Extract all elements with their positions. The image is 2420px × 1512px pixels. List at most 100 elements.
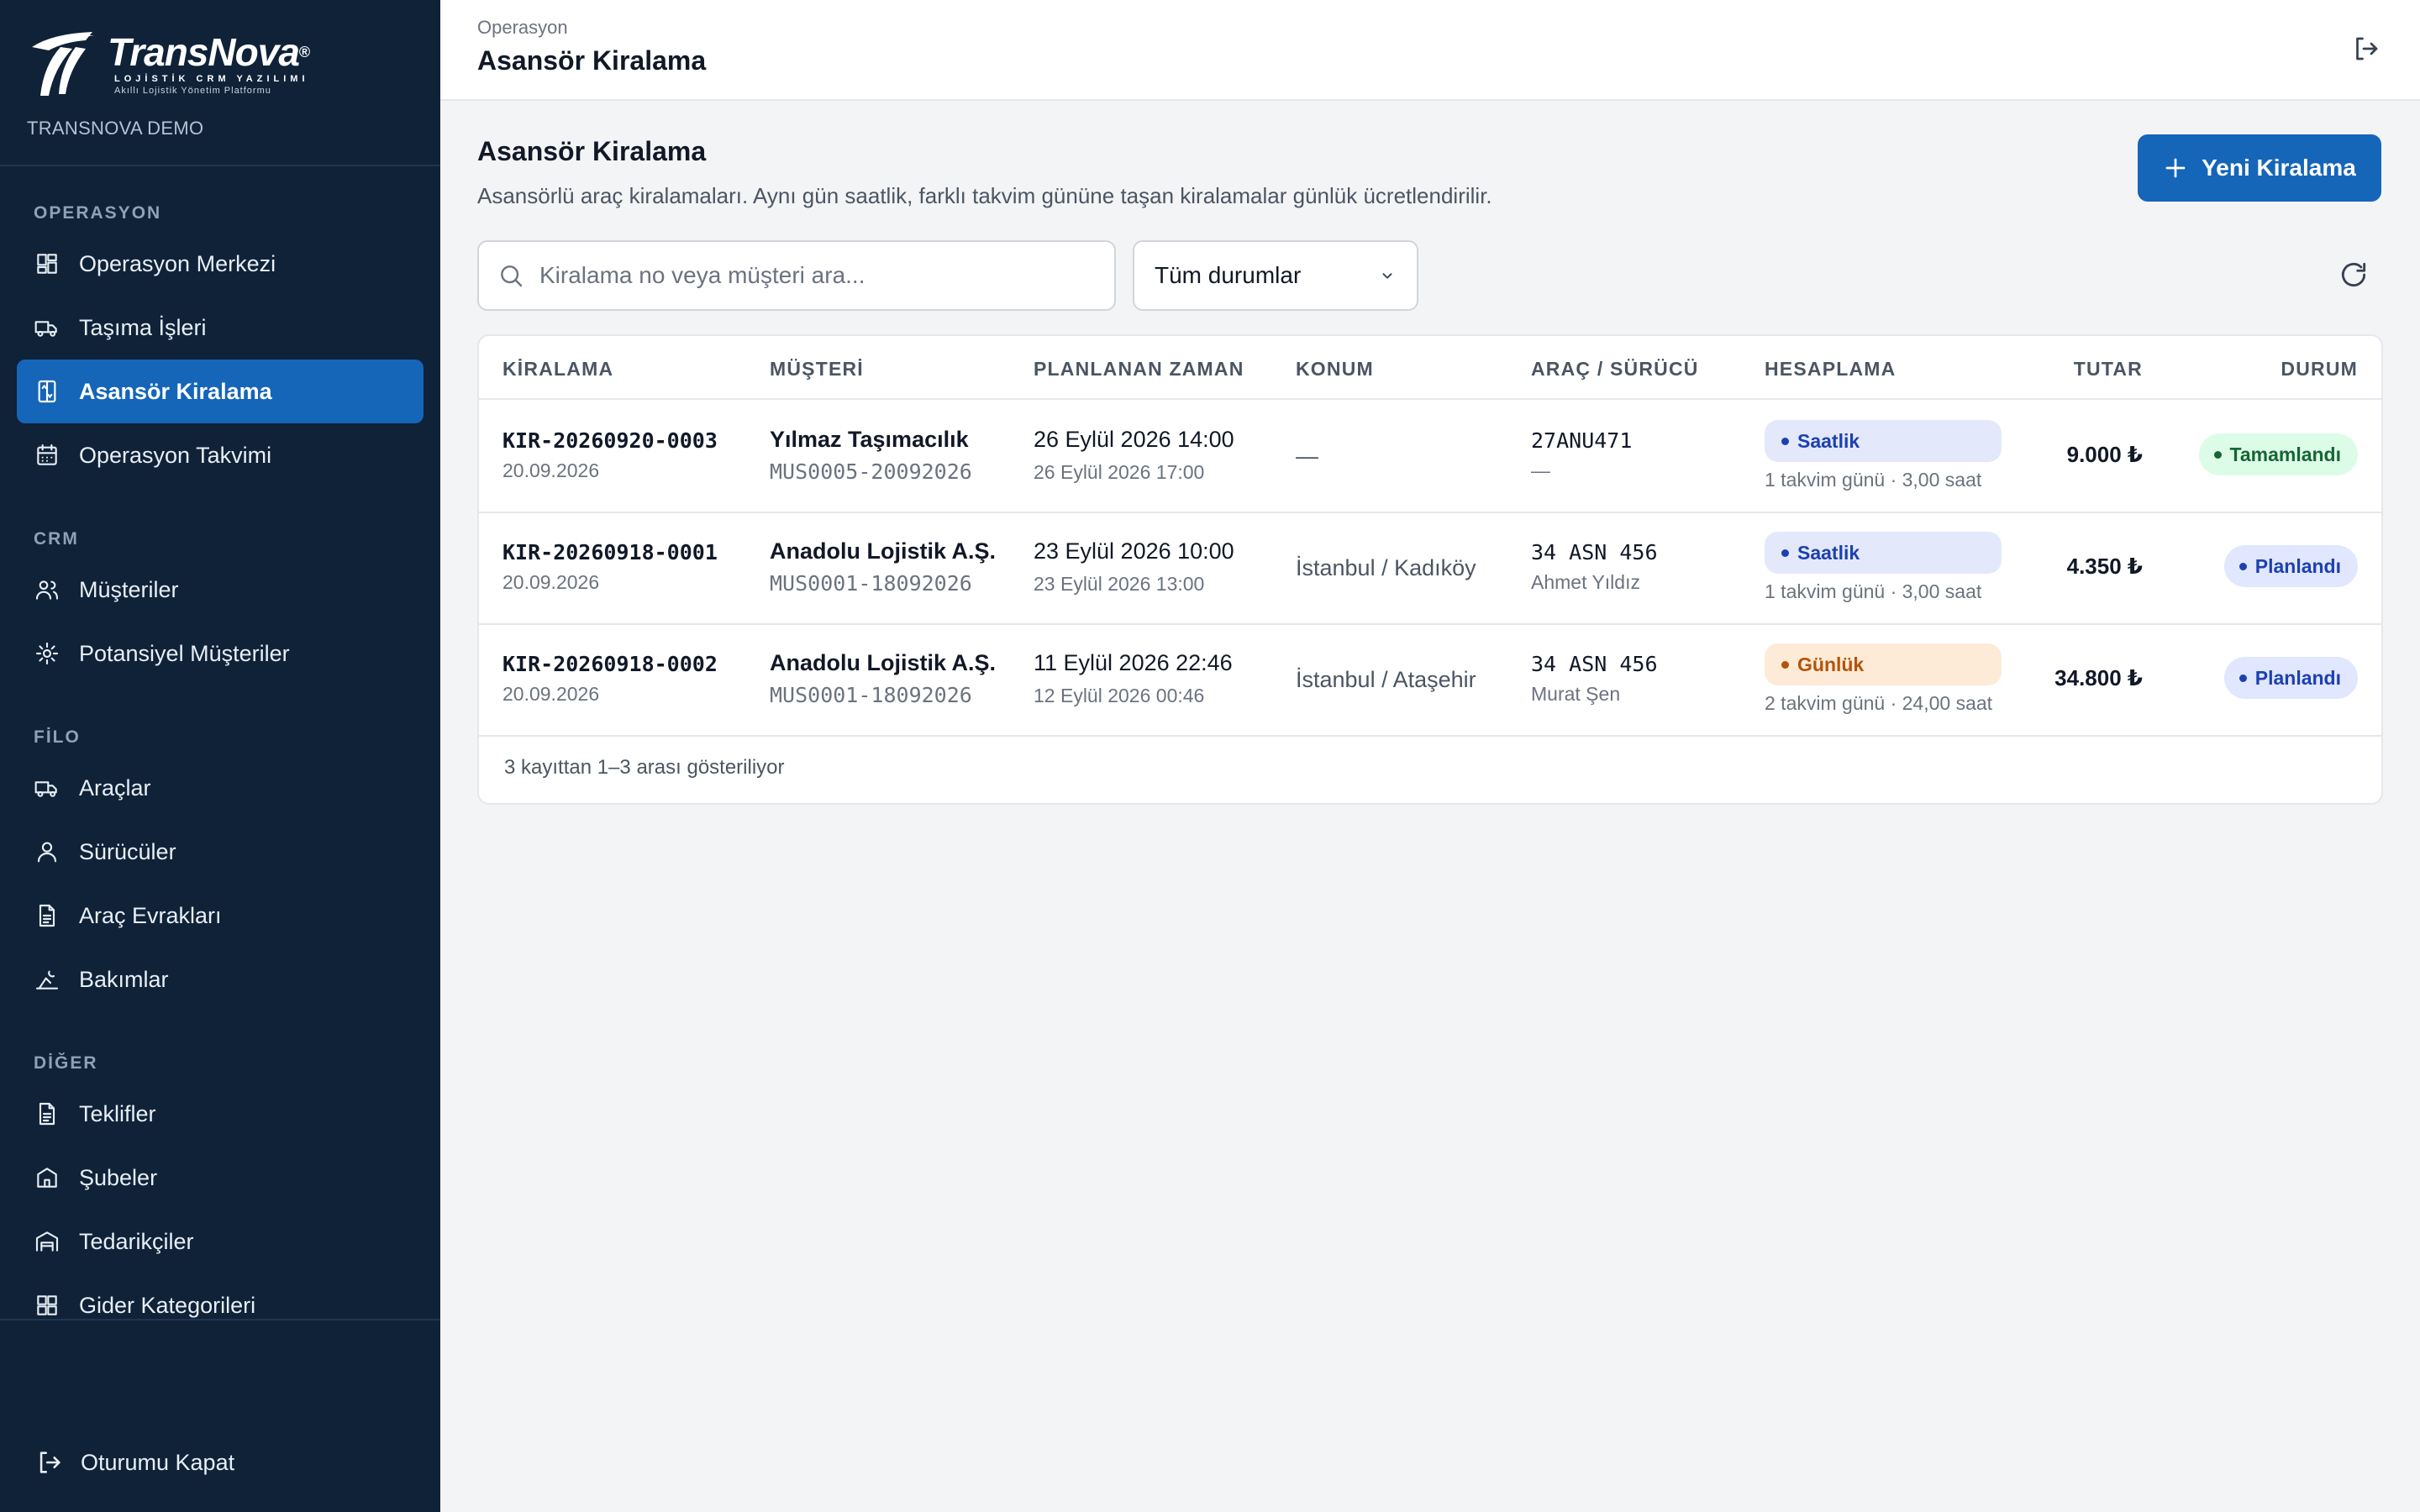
status-cell: Tamamlandı [2198, 433, 2358, 475]
status-cell: Planlandı [2223, 657, 2358, 699]
calc-type-badge: Saatlik [1765, 420, 2002, 462]
driver-name: Ahmet Yıldız [1531, 571, 1640, 593]
table-row[interactable]: KIR-20260918-0002 20.09.2026 Anadolu Lojis… [479, 625, 2381, 737]
document-icon [34, 902, 60, 929]
dot-icon [2213, 450, 2222, 459]
rental-id[interactable]: KIR-20260918-0002 [502, 652, 718, 676]
search-icon [501, 265, 523, 287]
logout-button[interactable]: Oturumu Kapat [35, 1448, 234, 1477]
table-row[interactable]: KIR-20260920-0003 20.09.2026 Yılmaz Taşıma… [479, 402, 2381, 513]
driver-name: Murat Şen [1531, 683, 1621, 705]
main-content: Asansör Kiralama Asansörlü araç kiralama… [440, 102, 2420, 1512]
sidebar-item-arac-evraklari[interactable]: Araç Evrakları [17, 884, 424, 948]
table-footer: 3 kayıttan 1–3 arası gösteriliyor [504, 756, 785, 779]
amount: 34.800 ₺ [2054, 665, 2143, 690]
schedule-cell: 26 Eylül 2026 14:00 26 Eylül 2026 17:00 [1034, 427, 1234, 484]
sidebar-item-potansiyel-musteriler[interactable]: Potansiyel Müşteriler [17, 622, 424, 685]
sidebar-item-label: Taşıma İşleri [79, 314, 207, 340]
plus-icon [2165, 158, 2186, 178]
end-time: 26 Eylül 2026 17:00 [1034, 461, 1205, 483]
status-badge: Planlandı [2223, 545, 2358, 587]
grid-icon [34, 1292, 60, 1319]
sidebar-item-teklifler[interactable]: Teklifler [17, 1082, 424, 1146]
end-time: 23 Eylül 2026 13:00 [1034, 573, 1205, 595]
chevron-down-icon [1382, 273, 1392, 279]
sidebar-item-label: Gider Kategorileri [79, 1292, 256, 1318]
dot-icon [1781, 549, 1789, 557]
search-input[interactable] [539, 262, 1077, 289]
brand-name: TransNova [108, 30, 300, 74]
logo[interactable]: TransNova® LOJİSTİK CRM YAZILIMI Akıllı … [27, 29, 440, 99]
logout-icon [39, 1452, 60, 1473]
calculation-cell: Saatlik 1 takvim günü · 3,00 saat [1765, 420, 2002, 491]
start-time: 11 Eylül 2026 22:46 [1034, 650, 1233, 675]
status-label: Planlandı [2254, 554, 2341, 577]
status-filter-select[interactable]: Tüm durumlar [1133, 240, 1418, 311]
sidebar-item-araclar[interactable]: Araçlar [17, 756, 424, 820]
customer-cell: Anadolu Lojistik A.Ş. MUS0001-18092026 [770, 650, 996, 707]
search-box[interactable] [477, 240, 1116, 311]
customer-code: MUS0001-18092026 [770, 683, 972, 707]
start-time: 26 Eylül 2026 14:00 [1034, 427, 1234, 452]
rental-id[interactable]: KIR-20260918-0001 [502, 540, 718, 564]
refresh-icon[interactable] [2338, 259, 2370, 291]
column-header[interactable]: TUTAR [2074, 358, 2143, 381]
column-header[interactable]: MÜŞTERİ [770, 358, 864, 381]
amount: 4.350 ₺ [2066, 554, 2143, 579]
column-header[interactable]: DURUM [2281, 358, 2358, 381]
sidebar-item-tedarikciler[interactable]: Tedarikçiler [17, 1210, 424, 1273]
sidebar-item-label: Asansör Kiralama [79, 378, 272, 404]
dot-icon [1781, 660, 1789, 669]
status-badge: Tamamlandı [2198, 433, 2358, 475]
rental-cell: KIR-20260918-0001 20.09.2026 [502, 540, 718, 594]
sidebar: TransNova® LOJİSTİK CRM YAZILIMI Akıllı … [0, 0, 440, 1512]
logout-icon[interactable] [2351, 34, 2381, 64]
sidebar-item-operasyon-takvimi[interactable]: Operasyon Takvimi [17, 423, 424, 487]
column-header[interactable]: ARAÇ / SÜRÜCÜ [1531, 358, 1699, 381]
dot-icon [1781, 437, 1789, 445]
column-header[interactable]: HESAPLAMA [1765, 358, 1896, 381]
document-icon [34, 1100, 60, 1127]
sidebar-item-bakimlar[interactable]: Bakımlar [17, 948, 424, 1011]
customer-code: MUS0001-18092026 [770, 571, 972, 596]
table-header: KİRALAMA MÜŞTERİ PLANLANAN ZAMAN KONUM A… [479, 336, 2381, 400]
nav-section-title: FİLO [34, 727, 81, 747]
status-label: Planlandı [2254, 666, 2341, 689]
new-rental-button[interactable]: Yeni Kiralama [2138, 134, 2381, 202]
customer-name[interactable]: Anadolu Lojistik A.Ş. [770, 650, 996, 676]
sidebar-item-subeler[interactable]: Şubeler [17, 1146, 424, 1210]
location: — [1296, 444, 1318, 469]
truck-icon [34, 774, 60, 801]
status-badge: Planlandı [2223, 657, 2358, 699]
calc-type-badge: Günlük [1765, 643, 2002, 685]
dot-icon [2238, 674, 2247, 682]
column-header[interactable]: KONUM [1296, 358, 1374, 381]
customer-name[interactable]: Anadolu Lojistik A.Ş. [770, 538, 996, 564]
sidebar-item-asansor-kiralama[interactable]: Asansör Kiralama [17, 360, 424, 423]
customer-cell: Yılmaz Taşımacılık MUS0005-20092026 [770, 427, 972, 484]
elevator-icon [34, 378, 60, 405]
column-header[interactable]: KİRALAMA [502, 358, 613, 381]
brand-tagline: LOJİSTİK CRM YAZILIMI [114, 74, 309, 84]
customer-name[interactable]: Yılmaz Taşımacılık [770, 427, 972, 453]
sidebar-item-label: Sürücüler [79, 838, 176, 864]
brand-header: TransNova® LOJİSTİK CRM YAZILIMI Akıllı … [0, 0, 440, 166]
sidebar-item-musteriler[interactable]: Müşteriler [17, 558, 424, 622]
breadcrumb[interactable]: Operasyon [477, 17, 568, 39]
sidebar-item-operasyon-merkezi[interactable]: Operasyon Merkezi [17, 232, 424, 296]
rental-date: 20.09.2026 [502, 459, 600, 481]
sidebar-item-tasima-isleri[interactable]: Taşıma İşleri [17, 296, 424, 360]
end-time: 12 Eylül 2026 00:46 [1034, 685, 1205, 706]
column-header[interactable]: PLANLANAN ZAMAN [1034, 358, 1244, 381]
sparkle-icon [34, 640, 60, 667]
customer-code: MUS0005-20092026 [770, 459, 972, 484]
status-label: Tamamlandı [2229, 443, 2342, 465]
status-filter-value: Tüm durumlar [1155, 262, 1302, 288]
schedule-cell: 11 Eylül 2026 22:46 12 Eylül 2026 00:46 [1034, 650, 1233, 707]
rental-cell: KIR-20260920-0003 20.09.2026 [502, 428, 718, 482]
table-row[interactable]: KIR-20260918-0001 20.09.2026 Anadolu Lojis… [479, 513, 2381, 625]
rental-id[interactable]: KIR-20260920-0003 [502, 428, 718, 453]
sidebar-item-suruculer[interactable]: Sürücüler [17, 820, 424, 884]
new-rental-label: Yeni Kiralama [2202, 155, 2356, 181]
sidebar-item-label: Teklifler [79, 1100, 156, 1126]
